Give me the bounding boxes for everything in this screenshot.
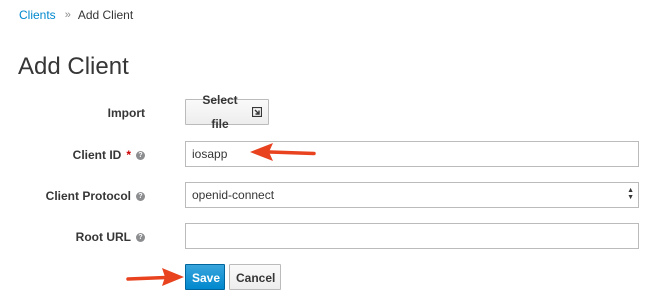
annotation-arrow-icon [250,143,316,161]
client-protocol-row: Client Protocol ? openid-connect ▲ ▼ [0,182,654,210]
question-circle-icon[interactable]: ? [136,150,145,160]
cancel-button[interactable]: Cancel [229,264,281,290]
import-row: Import Select file [0,93,654,131]
import-label: Import [108,99,145,127]
save-button[interactable]: Save [185,264,225,290]
breadcrumb-current: Add Client [77,8,134,22]
breadcrumb-separator: » [64,9,71,21]
required-marker: * [126,148,131,162]
client-protocol-label: Client Protocol ? [46,182,145,210]
root-url-label-text: Root URL [75,230,131,244]
import-label-text: Import [107,106,145,120]
page-title: Add Client [18,53,129,80]
root-url-row: Root URL ? [0,223,654,251]
question-circle-icon[interactable]: ? [136,191,145,201]
select-arrows-icon: ▲ ▼ [627,187,634,201]
client-id-label-text: Client ID [72,148,122,162]
client-protocol-select[interactable]: openid-connect ▲ ▼ [185,182,639,208]
client-id-label: Client ID * ? [73,141,145,169]
annotation-arrow-icon [126,268,184,286]
breadcrumb: Clients » Add Client [19,8,133,22]
root-url-input[interactable] [185,223,639,249]
question-circle-icon[interactable]: ? [136,232,145,242]
client-protocol-label-text: Client Protocol [45,189,131,203]
select-file-button[interactable]: Select file [185,93,269,131]
client-id-row: Client ID * ? iosapp [0,141,654,169]
client-protocol-value: openid-connect [185,182,639,208]
select-file-label: Select file [202,93,238,131]
external-file-icon [252,107,262,117]
root-url-label: Root URL ? [76,223,145,251]
breadcrumb-clients-link[interactable]: Clients [19,8,56,22]
